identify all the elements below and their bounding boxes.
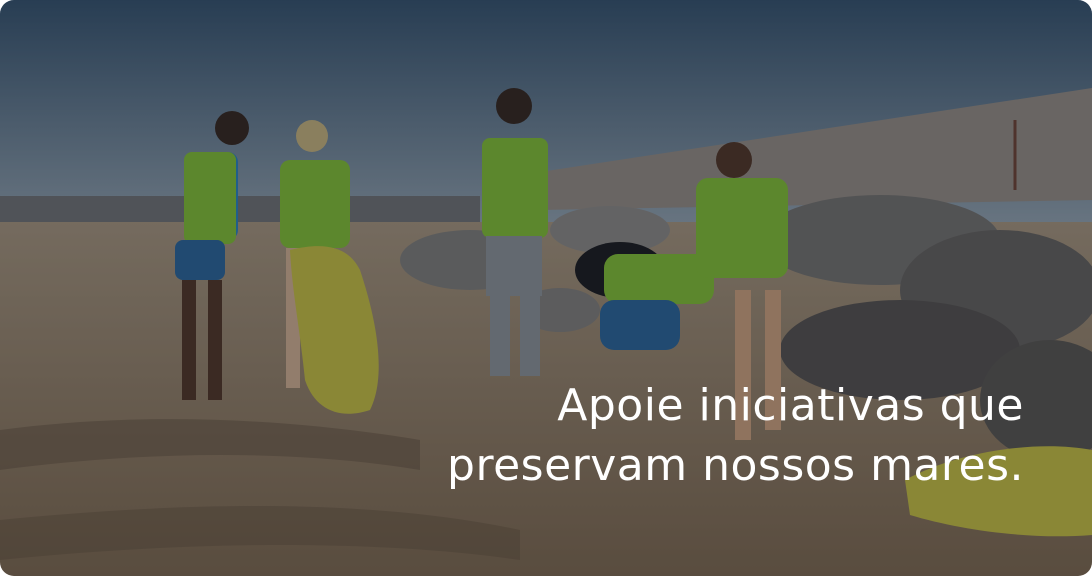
headline-line-1: Apoie iniciativas que xyxy=(557,380,1024,431)
banner-headline: Apoie iniciativas que preservam nossos m… xyxy=(304,376,1024,496)
hero-banner: Apoie iniciativas que preservam nossos m… xyxy=(0,0,1092,576)
headline-line-2: preservam nossos mares. xyxy=(447,440,1024,491)
